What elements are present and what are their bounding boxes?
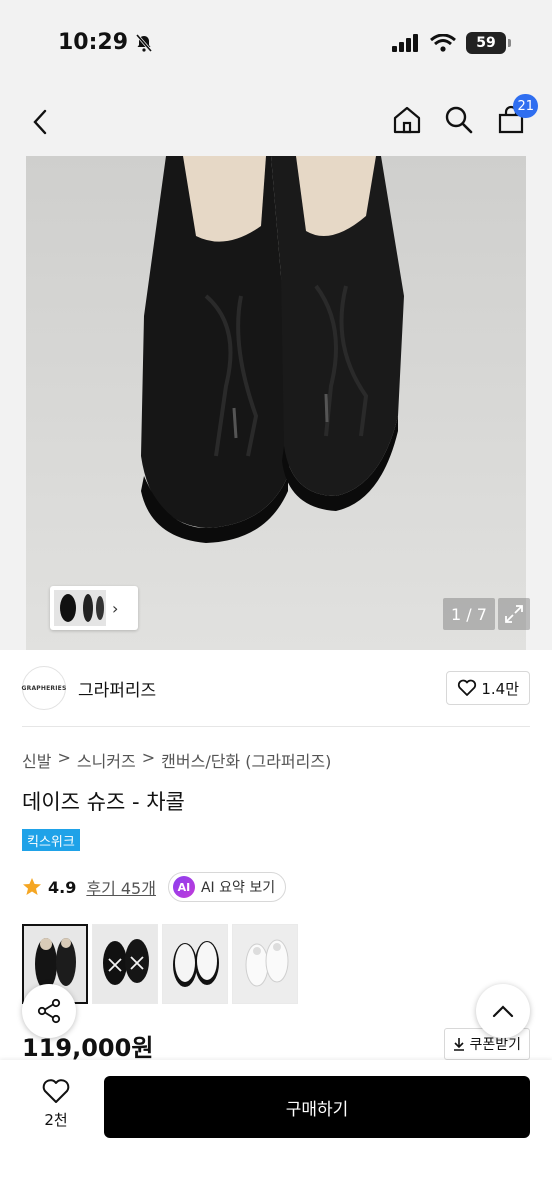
search-button[interactable] (442, 102, 476, 138)
home-icon (393, 106, 421, 134)
signal-icon (392, 34, 418, 52)
rating-row: 4.9 후기 45개 AI AI 요약 보기 (22, 872, 287, 902)
breadcrumb-item[interactable]: 신발 (22, 748, 51, 772)
color-option-image (93, 925, 157, 1003)
product-main-image[interactable]: › (26, 156, 526, 650)
brand-like-button[interactable]: 1.4만 (446, 671, 530, 705)
bottom-action-bar: 2천 구매하기 (0, 1060, 552, 1200)
shoes-illustration (141, 156, 404, 543)
thumbnail-image (54, 590, 106, 626)
color-option-white[interactable] (232, 924, 298, 1004)
gallery-thumbnail[interactable] (54, 590, 106, 626)
cart-button[interactable]: 21 (494, 94, 538, 138)
star-icon (23, 878, 41, 895)
rating-value: 4.9 (48, 877, 77, 897)
brand-row: GRAPHERIES 그라퍼리즈 1.4만 (22, 664, 530, 712)
breadcrumb-item[interactable]: 스니커즈 (77, 748, 136, 772)
ai-icon: AI (172, 876, 195, 898)
back-button[interactable] (22, 104, 58, 140)
home-button[interactable] (390, 102, 424, 138)
cart-count-badge: 21 (513, 94, 538, 118)
wishlist-count: 2천 (44, 1111, 68, 1129)
event-badge: 킥스위크 (22, 829, 80, 851)
share-icon (37, 998, 61, 1024)
color-option-image (233, 925, 297, 1003)
heart-icon (42, 1079, 70, 1103)
download-icon (454, 1038, 465, 1051)
wishlist-button[interactable]: 2천 (34, 1078, 78, 1130)
gallery-thumbnail-strip[interactable]: › (50, 586, 138, 630)
clock: 10:29 (58, 30, 129, 55)
wifi-icon (430, 34, 456, 52)
expand-button[interactable] (498, 598, 530, 630)
expand-icon (505, 605, 523, 623)
chevron-right-icon: › (112, 598, 119, 618)
product-gallery: › 1 / 7 (0, 156, 552, 650)
chevron-left-icon (33, 109, 47, 135)
status-bar: 10:29 59 (0, 0, 552, 90)
breadcrumb-separator: > (57, 748, 71, 767)
buy-button[interactable]: 구매하기 (104, 1076, 530, 1138)
divider (22, 726, 530, 727)
color-option-image (163, 925, 227, 1003)
status-icons: 59 (392, 32, 511, 54)
brand-logo[interactable]: GRAPHERIES (22, 666, 66, 710)
breadcrumb-item[interactable]: 캔버스/단화 (그라퍼리즈) (161, 748, 331, 772)
top-nav: 21 (0, 90, 552, 156)
search-icon (445, 106, 473, 134)
color-option-black-white[interactable] (92, 924, 158, 1004)
heart-icon (458, 679, 477, 696)
image-counter: 1 / 7 (443, 598, 495, 630)
bell-off-icon (135, 33, 153, 52)
status-time: 10:29 (58, 30, 154, 55)
battery-icon: 59 (466, 32, 511, 54)
ai-summary-label: AI 요약 보기 (200, 880, 276, 896)
brand-like-count: 1.4만 (481, 679, 519, 698)
nav-actions: 21 (390, 94, 538, 138)
product-title: 데이즈 슈즈 - 차콜 (22, 790, 185, 814)
scroll-top-button[interactable] (476, 984, 530, 1038)
color-option-white-black[interactable] (162, 924, 228, 1004)
breadcrumb-separator: > (141, 748, 156, 767)
ai-summary-button[interactable]: AI AI 요약 보기 (167, 872, 287, 902)
brand-name[interactable]: 그라퍼리즈 (78, 676, 156, 701)
share-button[interactable] (22, 984, 76, 1038)
chevron-up-icon (492, 1005, 514, 1018)
breadcrumb: 신발 > 스니커즈 > 캔버스/단화 (그라퍼리즈) (22, 748, 331, 772)
review-link[interactable]: 후기 45개 (86, 875, 156, 899)
